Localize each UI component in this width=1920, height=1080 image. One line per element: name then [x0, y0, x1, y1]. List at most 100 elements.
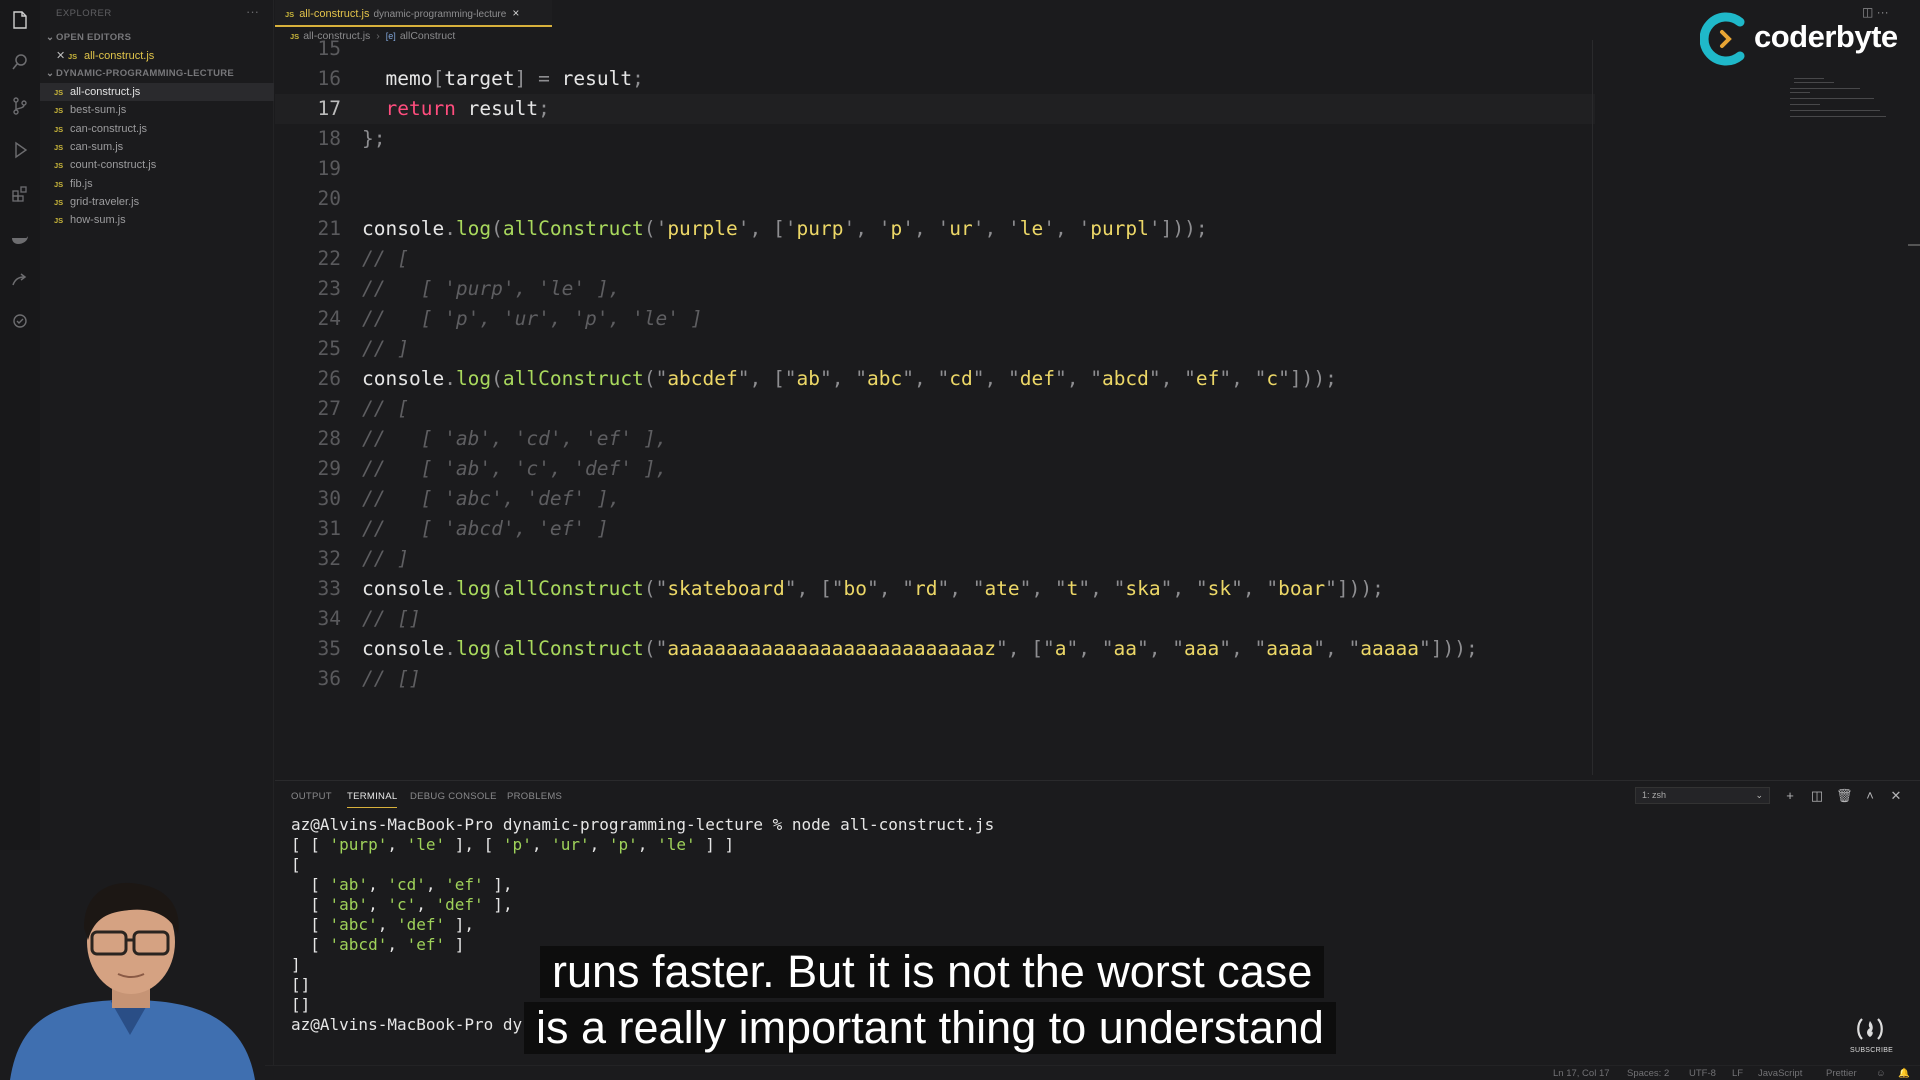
code-text: // ]	[362, 547, 409, 570]
code-text: // [ 'abc', 'def' ],	[362, 487, 621, 510]
code-text: // [ 'purp', 'le' ],	[362, 277, 621, 300]
close-icon[interactable]: ✕	[56, 47, 68, 65]
testing-icon[interactable]	[10, 312, 30, 332]
code-line[interactable]: 32 // ]	[275, 544, 1595, 574]
tab-debug-console[interactable]: DEBUG CONSOLE	[410, 791, 497, 802]
tab-filename: all-construct.js	[299, 8, 370, 20]
tab-output[interactable]: OUTPUT	[291, 791, 332, 802]
tab-description: dynamic-programming-lecture	[373, 9, 507, 20]
run-debug-icon[interactable]	[10, 140, 30, 160]
code-line[interactable]: 36 // []	[275, 664, 1595, 694]
encoding[interactable]: UTF-8	[1689, 1068, 1716, 1079]
file-item[interactable]: JS best-sum.js	[40, 101, 274, 119]
javascript-file-icon: JS	[54, 124, 64, 134]
extensions-icon[interactable]	[10, 184, 30, 204]
open-editors-section[interactable]: ⌄ OPEN EDITORS	[46, 32, 131, 43]
cursor-position[interactable]: Ln 17, Col 17	[1553, 1068, 1610, 1079]
explorer-icon[interactable]	[10, 10, 30, 30]
code-text: // [ 'p', 'ur', 'p', 'le' ]	[362, 307, 703, 330]
code-line[interactable]: 26 console.log(allConstruct("abcdef", ["a…	[275, 364, 1595, 394]
code-line[interactable]: 18};	[275, 124, 1595, 154]
code-line[interactable]: 30 // [ 'abc', 'def' ],	[275, 484, 1595, 514]
line-number: 26	[317, 367, 341, 390]
code-line[interactable]: 21 console.log(allConstruct('purple', ['p…	[275, 214, 1595, 244]
code-line[interactable]: 28 // [ 'ab', 'cd', 'ef' ],	[275, 424, 1595, 454]
line-number: 19	[317, 157, 341, 180]
file-item[interactable]: JS fib.js	[40, 175, 274, 193]
subscribe-label: SUBSCRIBE	[1850, 1047, 1894, 1054]
scrollbar-marker[interactable]	[1908, 244, 1920, 246]
line-number: 15	[317, 37, 341, 60]
notifications-bell-icon[interactable]: 🔔	[1898, 1068, 1910, 1079]
code-text: console.log(allConstruct("skateboard", […	[362, 577, 1384, 600]
code-text: // [ 'ab', 'cd', 'ef' ],	[362, 427, 668, 450]
tab-terminal[interactable]: TERMINAL	[347, 791, 398, 808]
folder-label: DYNAMIC-PROGRAMMING-LECTURE	[56, 68, 235, 79]
trash-icon[interactable]: 🗑	[1836, 788, 1853, 804]
line-number: 18	[317, 127, 341, 150]
file-item[interactable]: JS grid-traveler.js	[40, 193, 274, 211]
folder-section[interactable]: ⌄ DYNAMIC-PROGRAMMING-LECTURE	[46, 68, 234, 79]
more-actions-icon[interactable]: ···	[246, 4, 259, 19]
terminal-line: [ [ 'purp', 'le' ], [ 'p', 'ur', 'p', 'l…	[291, 835, 735, 854]
docker-icon[interactable]	[10, 228, 30, 248]
file-item[interactable]: JS how-sum.js	[40, 211, 274, 229]
code-line[interactable]: 16 memo[target] = result;	[275, 64, 1595, 94]
file-name: grid-traveler.js	[70, 195, 140, 208]
code-line[interactable]: 22 // [	[275, 244, 1595, 274]
code-line[interactable]: 25 // ]	[275, 334, 1595, 364]
code-line[interactable]: 15	[275, 34, 1595, 64]
search-icon[interactable]	[10, 52, 30, 72]
code-line[interactable]: 24 // [ 'p', 'ur', 'p', 'le' ]	[275, 304, 1595, 334]
code-line[interactable]: 31 // [ 'abcd', 'ef' ]	[275, 514, 1595, 544]
code-text: };	[362, 127, 386, 150]
maximize-panel-icon[interactable]: ˄	[1862, 788, 1878, 804]
open-editors-label: OPEN EDITORS	[56, 32, 132, 43]
line-number: 29	[317, 457, 341, 480]
file-item[interactable]: JS all-construct.js	[40, 83, 274, 101]
close-panel-icon[interactable]: ✕	[1888, 788, 1904, 804]
split-editor-icon[interactable]: ◫ ···	[1862, 5, 1889, 19]
code-line[interactable]: 34 // []	[275, 604, 1595, 634]
code-line[interactable]: 29 // [ 'ab', 'c', 'def' ],	[275, 454, 1595, 484]
caption-line-2: is a really important thing to understan…	[524, 1002, 1336, 1054]
code-line[interactable]: 19	[275, 154, 1595, 184]
subscribe-badge[interactable]: SUBSCRIBE	[1850, 1016, 1894, 1056]
file-item[interactable]: JS count-construct.js	[40, 156, 274, 174]
tab-problems[interactable]: PROBLEMS	[507, 791, 562, 802]
file-name: best-sum.js	[70, 104, 127, 117]
minimap[interactable]	[1788, 76, 1888, 122]
code-line[interactable]: 17 return result;	[275, 94, 1595, 124]
line-ending[interactable]: LF	[1732, 1068, 1743, 1079]
code-line[interactable]: 35 console.log(allConstruct("aaaaaaaaaaaa…	[275, 634, 1595, 664]
javascript-file-icon: JS	[68, 52, 78, 61]
coderbyte-wordmark: coderbyte	[1754, 19, 1898, 54]
code-line[interactable]: 23 // [ 'purp', 'le' ],	[275, 274, 1595, 304]
split-terminal-icon[interactable]: ◫	[1809, 788, 1825, 804]
line-number: 36	[317, 667, 341, 690]
feedback-icon[interactable]: ☺	[1876, 1068, 1886, 1079]
code-editor[interactable]: 15 16 memo[target] = result; 17 return res…	[275, 37, 1595, 775]
code-line[interactable]: 27 // [	[275, 394, 1595, 424]
line-number: 17	[317, 97, 341, 120]
tab-close-icon[interactable]: ×	[512, 6, 519, 20]
live-share-icon[interactable]	[10, 270, 30, 290]
line-number: 24	[317, 307, 341, 330]
code-line[interactable]: 33 console.log(allConstruct("skateboard",…	[275, 574, 1595, 604]
formatter[interactable]: Prettier	[1826, 1068, 1857, 1079]
tab-all-construct[interactable]: JS all-construct.js dynamic-programming-le…	[275, 0, 552, 27]
line-number: 27	[317, 397, 341, 420]
editor-tab-bar: JS all-construct.js dynamic-programming-le…	[275, 0, 1920, 27]
file-name: fib.js	[70, 177, 93, 190]
terminal-line: [ 'ab', 'c', 'def' ],	[291, 895, 513, 914]
file-name: count-construct.js	[70, 159, 157, 172]
language-mode[interactable]: JavaScript	[1758, 1068, 1802, 1079]
terminal-select[interactable]: 1: zsh ⌄	[1635, 787, 1770, 804]
file-item[interactable]: JS can-construct.js	[40, 120, 274, 138]
open-editor-item[interactable]: ✕ JS all-construct.js	[40, 47, 274, 65]
code-line[interactable]: 20	[275, 184, 1595, 214]
indentation[interactable]: Spaces: 2	[1627, 1068, 1669, 1079]
source-control-icon[interactable]	[10, 96, 30, 116]
file-item[interactable]: JS can-sum.js	[40, 138, 274, 156]
new-terminal-icon[interactable]: +	[1782, 788, 1798, 804]
